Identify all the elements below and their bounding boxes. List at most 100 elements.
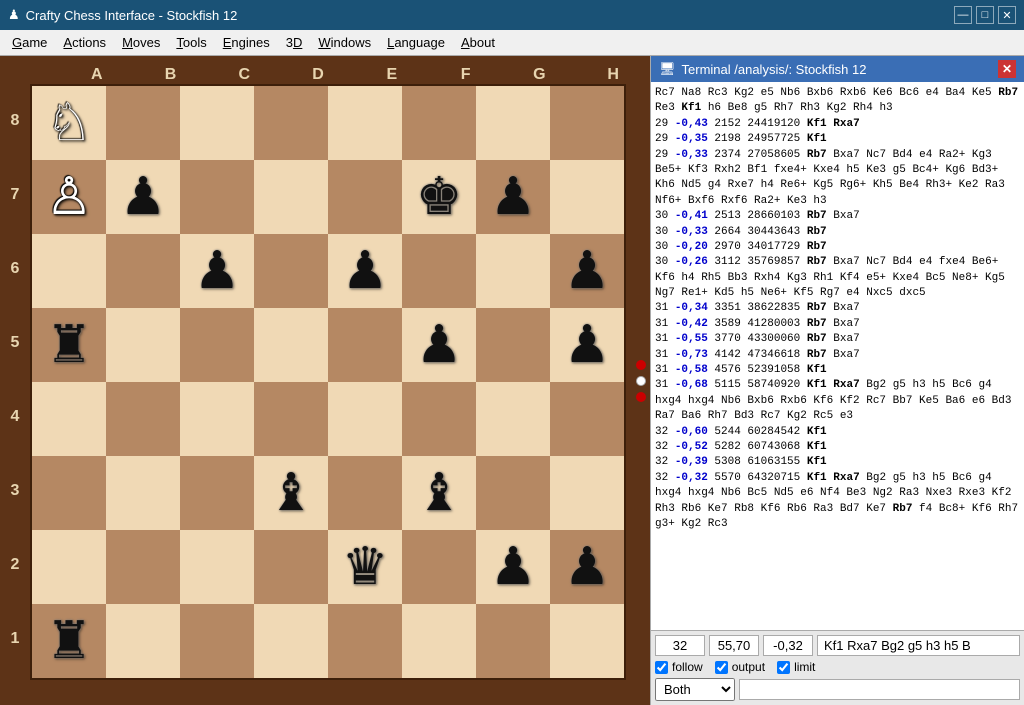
cell-e7[interactable] — [328, 160, 402, 234]
cell-h6[interactable]: ♟ — [550, 234, 624, 308]
cell-f1[interactable] — [402, 604, 476, 678]
menu-about[interactable]: About — [453, 33, 503, 52]
follow-checkbox-label[interactable]: follow — [655, 660, 703, 674]
cell-c2[interactable] — [180, 530, 254, 604]
cell-a5[interactable]: ♜ — [32, 308, 106, 382]
menu-moves[interactable]: Moves — [114, 33, 168, 52]
title-bar: ♟ Crafty Chess Interface - Stockfish 12 … — [0, 0, 1024, 30]
minimize-button[interactable]: — — [954, 6, 972, 24]
cell-b7[interactable]: ♟ — [106, 160, 180, 234]
cell-a3[interactable] — [32, 456, 106, 530]
menu-3d[interactable]: 3D — [278, 33, 311, 52]
piece-g2: ♟ — [490, 541, 537, 593]
player-select[interactable]: Both White Black — [655, 678, 735, 701]
menu-actions[interactable]: Actions — [55, 33, 114, 52]
cell-a1[interactable]: ♜ — [32, 604, 106, 678]
follow-checkbox[interactable] — [655, 661, 668, 674]
cell-f7[interactable]: ♚ — [402, 160, 476, 234]
cell-g4[interactable] — [476, 382, 550, 456]
cell-h1[interactable] — [550, 604, 624, 678]
chess-board[interactable]: ♘♙♟♚♟♟♟♟♜♟♟♝♝♛♟♟♜ — [30, 84, 626, 680]
menu-windows[interactable]: Windows — [310, 33, 379, 52]
terminal-line: 29 -0,33 2374 27058605 Rb7 Bxa7 Nc7 Bd4 … — [655, 148, 1020, 210]
cell-e6[interactable]: ♟ — [328, 234, 402, 308]
close-button[interactable]: ✕ — [998, 6, 1016, 24]
cell-a8[interactable]: ♘ — [32, 86, 106, 160]
cell-b2[interactable] — [106, 530, 180, 604]
cell-h8[interactable] — [550, 86, 624, 160]
cell-d5[interactable] — [254, 308, 328, 382]
piece-h2: ♟ — [564, 541, 611, 593]
output-checkbox-label[interactable]: output — [715, 660, 765, 674]
cell-g2[interactable]: ♟ — [476, 530, 550, 604]
cell-a4[interactable] — [32, 382, 106, 456]
cell-g1[interactable] — [476, 604, 550, 678]
cell-h4[interactable] — [550, 382, 624, 456]
cell-h2[interactable]: ♟ — [550, 530, 624, 604]
col-a: A — [60, 66, 134, 84]
cell-d4[interactable] — [254, 382, 328, 456]
col-e: E — [355, 66, 429, 84]
cell-e1[interactable] — [328, 604, 402, 678]
output-checkbox[interactable] — [715, 661, 728, 674]
piece-h6: ♟ — [564, 245, 611, 297]
limit-checkbox[interactable] — [777, 661, 790, 674]
piece-a8: ♘ — [46, 97, 93, 149]
cell-e2[interactable]: ♛ — [328, 530, 402, 604]
cell-d8[interactable] — [254, 86, 328, 160]
cell-g7[interactable]: ♟ — [476, 160, 550, 234]
cell-b5[interactable] — [106, 308, 180, 382]
cell-e4[interactable] — [328, 382, 402, 456]
cell-d3[interactable]: ♝ — [254, 456, 328, 530]
terminal-close-button[interactable]: ✕ — [998, 60, 1016, 78]
cell-b6[interactable] — [106, 234, 180, 308]
menu-engines[interactable]: Engines — [215, 33, 278, 52]
cell-f8[interactable] — [402, 86, 476, 160]
menu-tools[interactable]: Tools — [168, 33, 214, 52]
cell-f3[interactable]: ♝ — [402, 456, 476, 530]
cell-c1[interactable] — [180, 604, 254, 678]
cell-f4[interactable] — [402, 382, 476, 456]
cell-c6[interactable]: ♟ — [180, 234, 254, 308]
cell-d1[interactable] — [254, 604, 328, 678]
cell-g6[interactable] — [476, 234, 550, 308]
terminal-line: 31 -0,55 3770 43300060 Rb7 Bxa7 — [655, 332, 1020, 347]
col-d: D — [281, 66, 355, 84]
command-input[interactable] — [739, 679, 1020, 700]
cell-a2[interactable] — [32, 530, 106, 604]
cell-h3[interactable] — [550, 456, 624, 530]
cell-f5[interactable]: ♟ — [402, 308, 476, 382]
menu-language[interactable]: Language — [379, 33, 453, 52]
limit-checkbox-label[interactable]: limit — [777, 660, 815, 674]
terminal-title-bar: 🖥 Terminal /analysis/: Stockfish 12 ✕ — [651, 56, 1024, 82]
cell-b8[interactable] — [106, 86, 180, 160]
cell-g8[interactable] — [476, 86, 550, 160]
cell-a6[interactable] — [32, 234, 106, 308]
terminal-line: 31 -0,73 4142 47346618 Rb7 Bxa7 — [655, 348, 1020, 363]
cell-d6[interactable] — [254, 234, 328, 308]
maximize-button[interactable]: □ — [976, 6, 994, 24]
cell-b1[interactable] — [106, 604, 180, 678]
cell-c4[interactable] — [180, 382, 254, 456]
cell-c7[interactable] — [180, 160, 254, 234]
cell-c8[interactable] — [180, 86, 254, 160]
cell-b3[interactable] — [106, 456, 180, 530]
menu-game[interactable]: Game — [4, 33, 55, 52]
terminal-output[interactable]: Rc7 Na8 Rc3 Kg2 e5 Nb6 Bxb6 Rxb6 Ke6 Bc6… — [651, 82, 1024, 630]
cell-c5[interactable] — [180, 308, 254, 382]
limit-label: limit — [794, 660, 815, 674]
cell-a7[interactable]: ♙ — [32, 160, 106, 234]
cell-g5[interactable] — [476, 308, 550, 382]
cell-c3[interactable] — [180, 456, 254, 530]
cell-e5[interactable] — [328, 308, 402, 382]
cell-e8[interactable] — [328, 86, 402, 160]
cell-d7[interactable] — [254, 160, 328, 234]
cell-g3[interactable] — [476, 456, 550, 530]
cell-h5[interactable]: ♟ — [550, 308, 624, 382]
cell-d2[interactable] — [254, 530, 328, 604]
cell-h7[interactable] — [550, 160, 624, 234]
cell-f2[interactable] — [402, 530, 476, 604]
cell-e3[interactable] — [328, 456, 402, 530]
cell-b4[interactable] — [106, 382, 180, 456]
cell-f6[interactable] — [402, 234, 476, 308]
